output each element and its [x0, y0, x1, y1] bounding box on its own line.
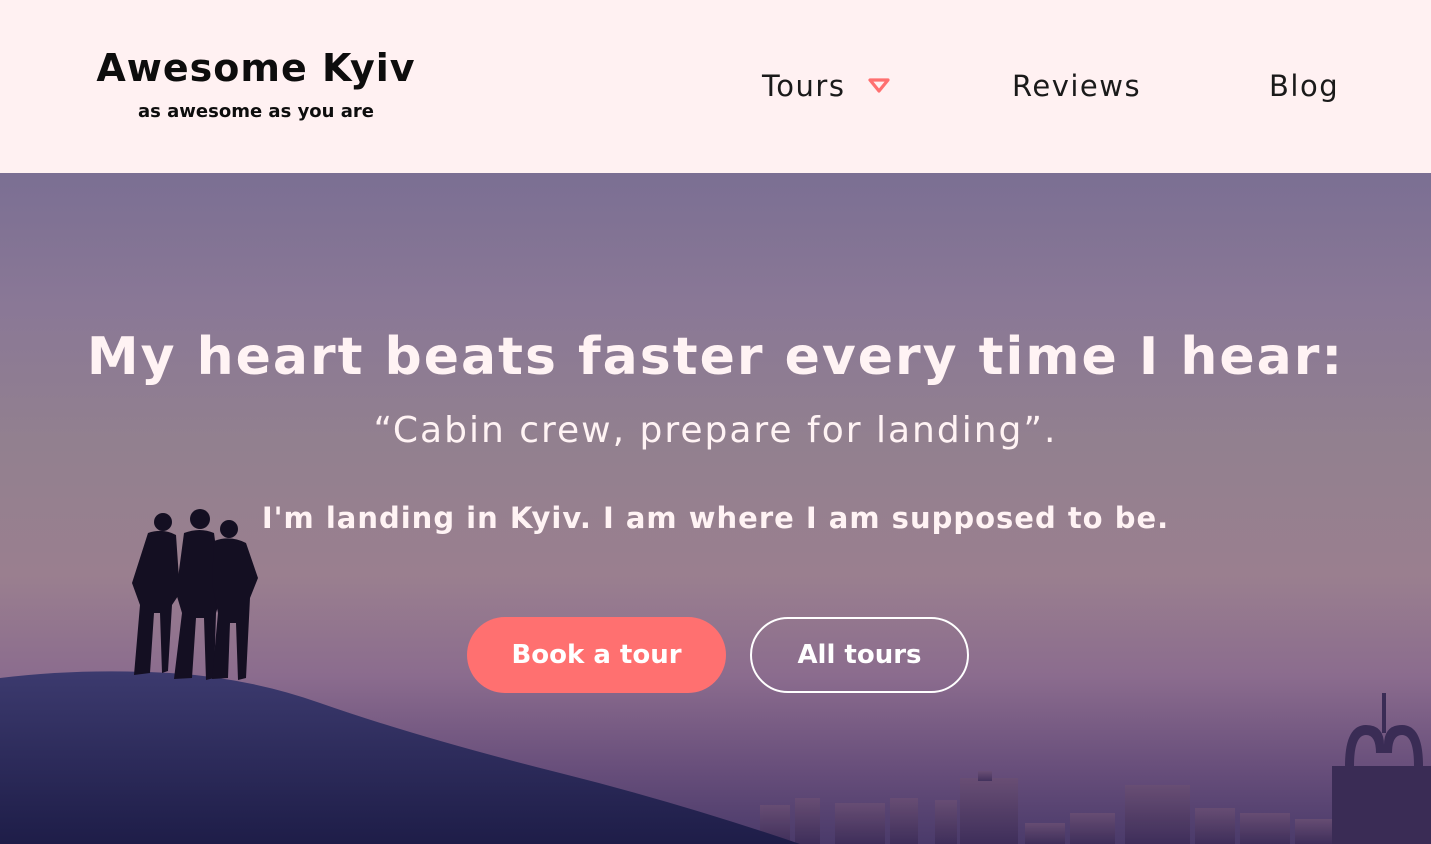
nav-item-blog[interactable]: Blog [1269, 66, 1339, 106]
site-header: Awesome Kyiv as awesome as you are Tours… [0, 0, 1431, 173]
snowy-hill [0, 671, 800, 844]
hero-subheading: I'm landing in Kyiv. I am where I am sup… [261, 501, 1170, 535]
caret-down-icon[interactable] [868, 78, 890, 94]
city-skyline [760, 771, 1335, 844]
main-nav: Tours Reviews Blog [0, 66, 1431, 106]
hero-heading: My heart beats faster every time I hear: [86, 327, 1345, 387]
book-tour-button[interactable]: Book a tour [467, 617, 726, 693]
hero-section: My heart beats faster every time I hear:… [0, 173, 1431, 844]
nav-item-tours[interactable]: Tours [762, 66, 845, 106]
all-tours-button[interactable]: All tours [750, 617, 969, 693]
nav-item-reviews[interactable]: Reviews [1012, 66, 1141, 106]
hero-quote: “Cabin crew, prepare for landing”. [373, 410, 1058, 451]
monument-silhouette [1332, 693, 1431, 844]
